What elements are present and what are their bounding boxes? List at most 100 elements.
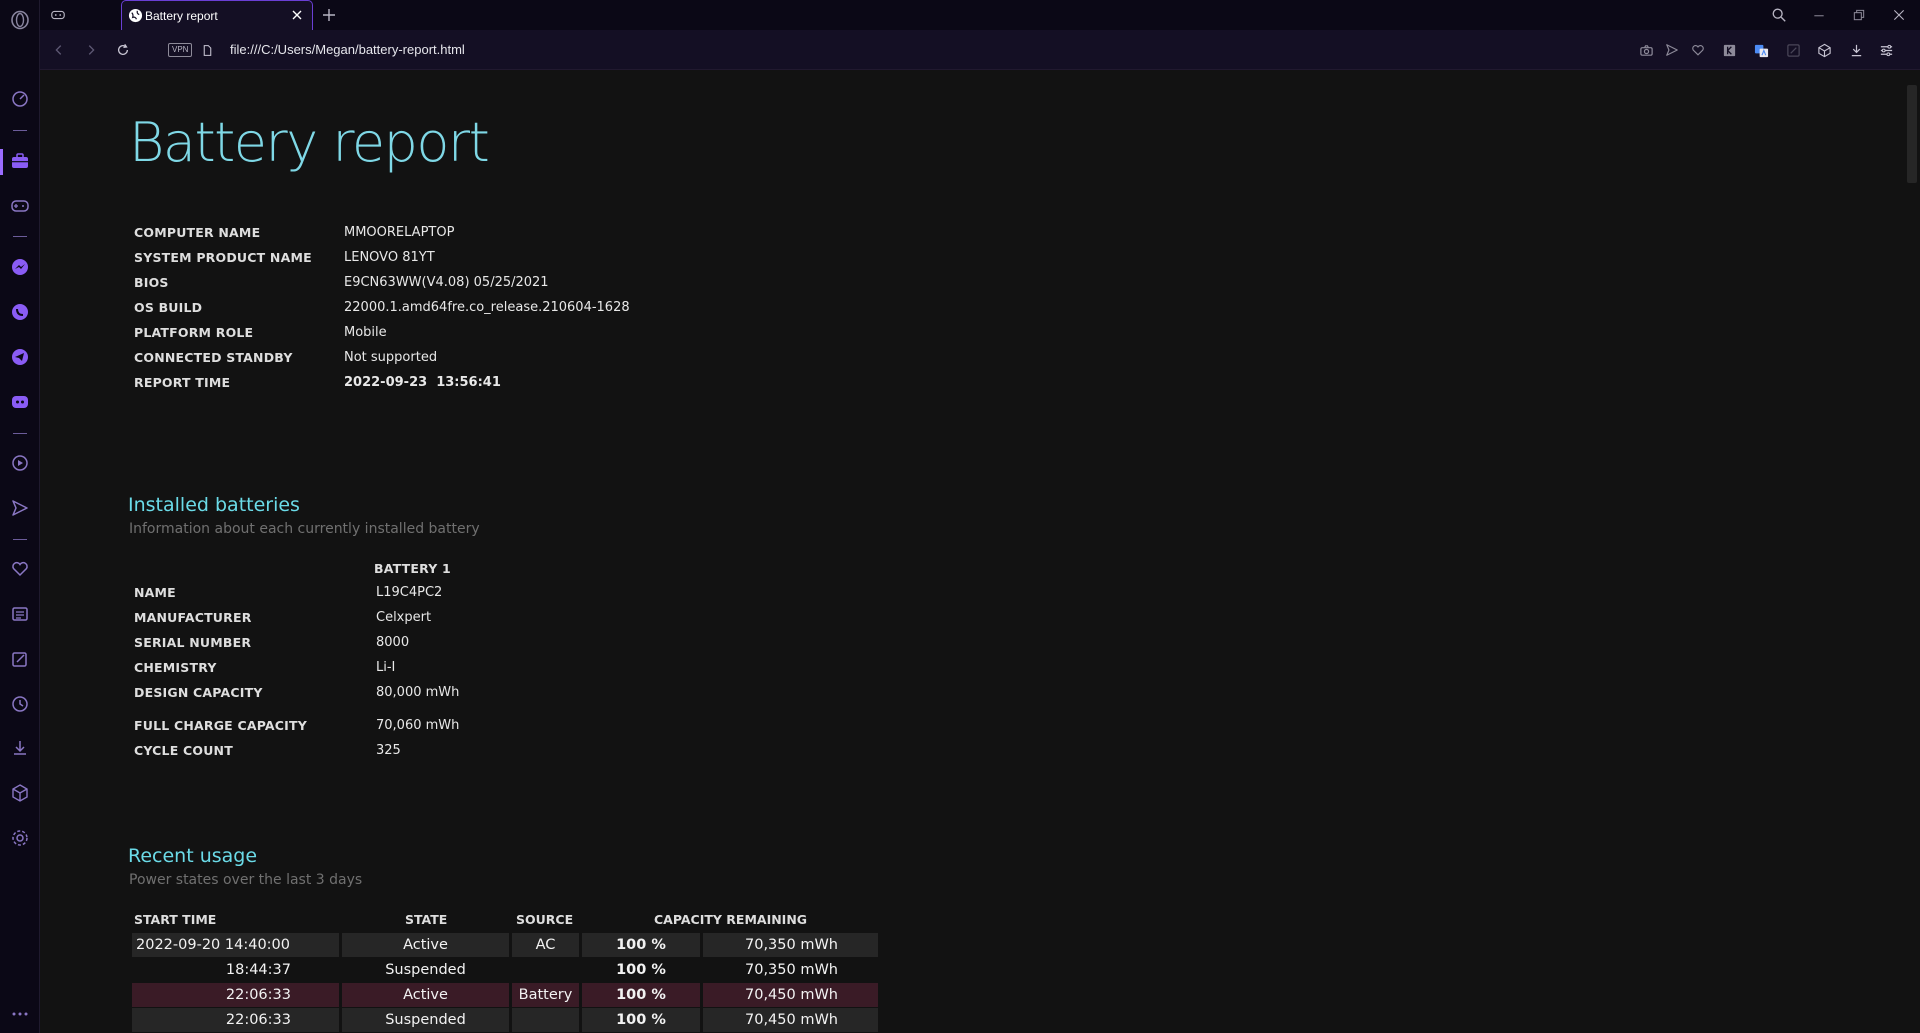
close-tab-icon[interactable] xyxy=(290,8,304,22)
address-toolbar: VPN file:///C:/Users/Megan/battery-repor… xyxy=(40,30,1920,70)
new-tab-plus-icon[interactable] xyxy=(320,6,338,24)
easy-setup-menu-icon[interactable] xyxy=(1876,40,1896,60)
info-label: BIOS xyxy=(134,275,169,290)
search-tabs-icon[interactable] xyxy=(1770,6,1788,24)
send-flow-icon[interactable] xyxy=(1662,40,1682,60)
tab-islands-icon[interactable] xyxy=(49,6,67,24)
telegram-icon[interactable] xyxy=(8,345,32,369)
usage-state: Suspended xyxy=(385,962,466,978)
usage-state: Suspended xyxy=(342,1008,509,1032)
page-title: Battery report xyxy=(129,111,490,174)
usage-state: Active xyxy=(342,933,509,957)
usage-energy: 70,350 mWh xyxy=(703,933,878,957)
pinboard-icon[interactable] xyxy=(8,647,32,671)
battery-label: CHEMISTRY xyxy=(134,660,217,675)
sidebar xyxy=(0,0,40,1033)
reload-icon[interactable] xyxy=(113,40,133,60)
battery-value: L19C4PC2 xyxy=(376,585,443,600)
battery-label: FULL CHARGE CAPACITY xyxy=(134,718,307,733)
extensions-cube-toolbar-icon[interactable] xyxy=(1814,40,1834,60)
gamepad-icon[interactable] xyxy=(8,194,32,218)
usage-row: 22:06:33 Active Battery 100 % 70,450 mWh xyxy=(132,983,878,1007)
usage-energy: 70,450 mWh xyxy=(703,1008,878,1032)
settings-gear-icon[interactable] xyxy=(8,826,32,850)
installed-batteries-subtitle: Information about each currently install… xyxy=(129,521,480,537)
usage-row: 18:44:37 Suspended 100 % 70,350 mWh xyxy=(132,958,878,982)
info-label: PLATFORM ROLE xyxy=(134,325,254,340)
usage-source xyxy=(512,958,579,982)
info-label: SYSTEM PRODUCT NAME xyxy=(134,250,312,265)
usage-percent: 100 % xyxy=(582,983,700,1007)
page-file-icon[interactable] xyxy=(197,40,217,60)
discord-icon[interactable] xyxy=(8,390,32,414)
speed-dial-icon[interactable] xyxy=(8,87,32,111)
info-value: LENOVO 81YT xyxy=(344,250,435,265)
info-label: COMPUTER NAME xyxy=(134,225,261,240)
tab-battery-report[interactable]: Battery report xyxy=(121,0,313,31)
bookmarks-heart-icon[interactable] xyxy=(8,557,32,581)
minimize-icon[interactable] xyxy=(1810,6,1828,24)
info-label: OS BUILD xyxy=(134,300,203,315)
extension-disabled-icon[interactable] xyxy=(1783,40,1803,60)
battery-label: MANUFACTURER xyxy=(134,610,252,625)
tab-strip: Battery report xyxy=(40,0,1920,31)
info-value: Mobile xyxy=(344,325,387,340)
page-content: Battery report COMPUTER NAME MMOORELAPTO… xyxy=(41,71,1902,1033)
restore-icon[interactable] xyxy=(1850,6,1868,24)
scrollbar-thumb[interactable] xyxy=(1907,85,1917,183)
bookmark-heart-icon[interactable] xyxy=(1688,40,1708,60)
battery-value: 325 xyxy=(376,743,401,758)
news-icon[interactable] xyxy=(8,602,32,626)
installed-batteries-heading: Installed batteries xyxy=(128,494,300,516)
translate-extension-icon[interactable] xyxy=(1751,40,1771,60)
usage-row: 22:06:33 Suspended 100 % 70,450 mWh xyxy=(132,1008,878,1032)
forward-icon[interactable] xyxy=(81,40,101,60)
flow-send-icon[interactable] xyxy=(8,496,32,520)
history-clock-icon[interactable] xyxy=(8,692,32,716)
snapshot-camera-icon[interactable] xyxy=(1636,40,1656,60)
usage-percent: 100 % xyxy=(582,933,700,957)
usage-source: Battery xyxy=(512,983,579,1007)
back-icon[interactable] xyxy=(49,40,69,60)
usage-start-time: 22:06:33 xyxy=(132,1008,339,1032)
usage-energy: 70,450 mWh xyxy=(703,983,878,1007)
usage-header-source: SOURCE xyxy=(516,912,574,927)
battery-value: 70,060 mWh xyxy=(376,718,460,733)
usage-header-state: STATE xyxy=(405,912,448,927)
workspace-briefcase-icon[interactable] xyxy=(8,149,32,173)
globe-icon xyxy=(128,8,143,23)
battery-label: NAME xyxy=(134,585,176,600)
usage-start-time: 22:06:33 xyxy=(132,983,339,1007)
usage-source: AC xyxy=(512,933,579,957)
usage-state: Active xyxy=(342,983,509,1007)
info-value: MMOORELAPTOP xyxy=(344,225,455,240)
usage-percent: 100 % xyxy=(616,962,666,978)
vpn-badge[interactable]: VPN xyxy=(168,43,193,57)
battery-value: 8000 xyxy=(376,635,410,650)
recent-usage-heading: Recent usage xyxy=(128,845,258,867)
battery-value: Celxpert xyxy=(376,610,432,625)
opera-logo-icon[interactable] xyxy=(8,8,32,32)
downloads-icon[interactable] xyxy=(8,736,32,760)
info-label: CONNECTED STANDBY xyxy=(134,350,293,365)
usage-header-start-time: START TIME xyxy=(134,912,217,927)
usage-energy: 70,350 mWh xyxy=(745,962,838,978)
url-field[interactable]: file:///C:/Users/Megan/battery-report.ht… xyxy=(230,42,465,57)
more-dots-icon[interactable] xyxy=(8,1000,32,1024)
downloads-toolbar-icon[interactable] xyxy=(1846,40,1866,60)
extensions-cube-icon[interactable] xyxy=(8,781,32,805)
usage-header-capacity: CAPACITY REMAINING xyxy=(654,912,808,927)
usage-start-time: 2022-09-20 14:40:00 xyxy=(132,933,339,957)
close-window-icon[interactable] xyxy=(1890,6,1908,24)
whatsapp-icon[interactable] xyxy=(8,300,32,324)
extension-k-icon[interactable] xyxy=(1719,40,1739,60)
page-scrollbar[interactable] xyxy=(1904,71,1920,1033)
battery-label: CYCLE COUNT xyxy=(134,743,233,758)
player-icon[interactable] xyxy=(8,451,32,475)
battery-value: Li-I xyxy=(376,660,396,675)
battery-label: SERIAL NUMBER xyxy=(134,635,252,650)
usage-source xyxy=(512,1008,579,1032)
report-time-value: 2022-09-23 13:56:41 xyxy=(344,375,501,390)
usage-row: 2022-09-20 14:40:00 Active AC 100 % 70,3… xyxy=(132,933,878,957)
messenger-icon[interactable] xyxy=(8,255,32,279)
